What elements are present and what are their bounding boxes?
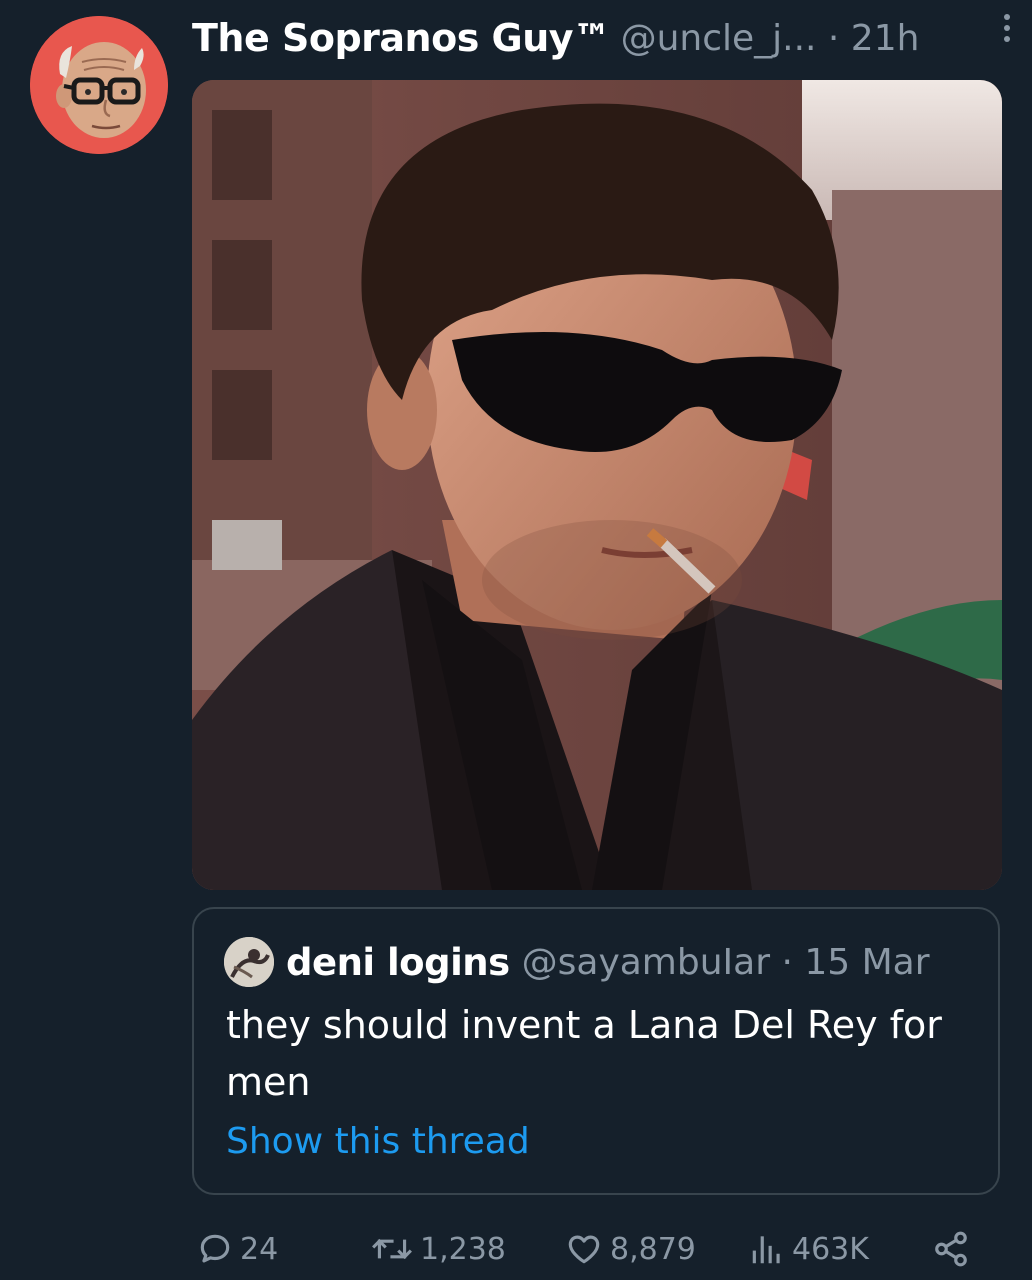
retweet-icon [372, 1238, 412, 1260]
retweet-button[interactable]: 1,238 [370, 1222, 506, 1276]
share-button[interactable] [932, 1222, 970, 1276]
view-count: 463K [792, 1231, 869, 1267]
more-options-icon[interactable] [992, 10, 1022, 46]
reply-button[interactable]: 24 [196, 1222, 278, 1276]
reply-icon [200, 1234, 230, 1263]
quoted-author-handle-and-time[interactable]: @sayambuIar · 15 Mar [522, 942, 930, 983]
author-avatar[interactable] [30, 16, 168, 154]
photo-man-sunglasses-image [192, 80, 1002, 890]
quoted-tweet-text: they should invent a Lana Del Rey for me… [226, 1003, 942, 1104]
views-button[interactable]: 463K [748, 1222, 869, 1276]
tweet-media-photo[interactable] [192, 80, 1002, 890]
show-thread-link[interactable]: Show this thread [226, 1121, 530, 1162]
quoted-tweet[interactable]: deni logins @sayambuIar · 15 Mar they sh… [192, 907, 1000, 1195]
quoted-tweet-header: deni logins @sayambuIar · 15 Mar [224, 937, 930, 987]
tweet-header: The Sopranos Guy™ @uncle_j... · 21h [192, 10, 1008, 66]
quoted-author-display-name[interactable]: deni logins [286, 941, 510, 984]
quoted-avatar-image-icon [224, 937, 274, 987]
author-display-name[interactable]: The Sopranos Guy™ [192, 16, 611, 60]
author-handle-and-time[interactable]: @uncle_j... · 21h [621, 18, 920, 59]
tweet-action-bar: 24 1,238 8,879 463K [192, 1222, 982, 1276]
old-man-avatar-icon [30, 16, 168, 154]
tweet[interactable]: The Sopranos Guy™ @uncle_j... · 21h deni… [0, 0, 1032, 1280]
share-icon [935, 1231, 967, 1267]
like-button[interactable]: 8,879 [564, 1222, 696, 1276]
heart-icon [568, 1235, 600, 1264]
views-bar-chart-icon [752, 1236, 780, 1264]
reply-count: 24 [240, 1231, 279, 1267]
retweet-count: 1,238 [420, 1231, 506, 1267]
like-count: 8,879 [610, 1231, 696, 1267]
quoted-author-avatar[interactable] [224, 937, 274, 987]
